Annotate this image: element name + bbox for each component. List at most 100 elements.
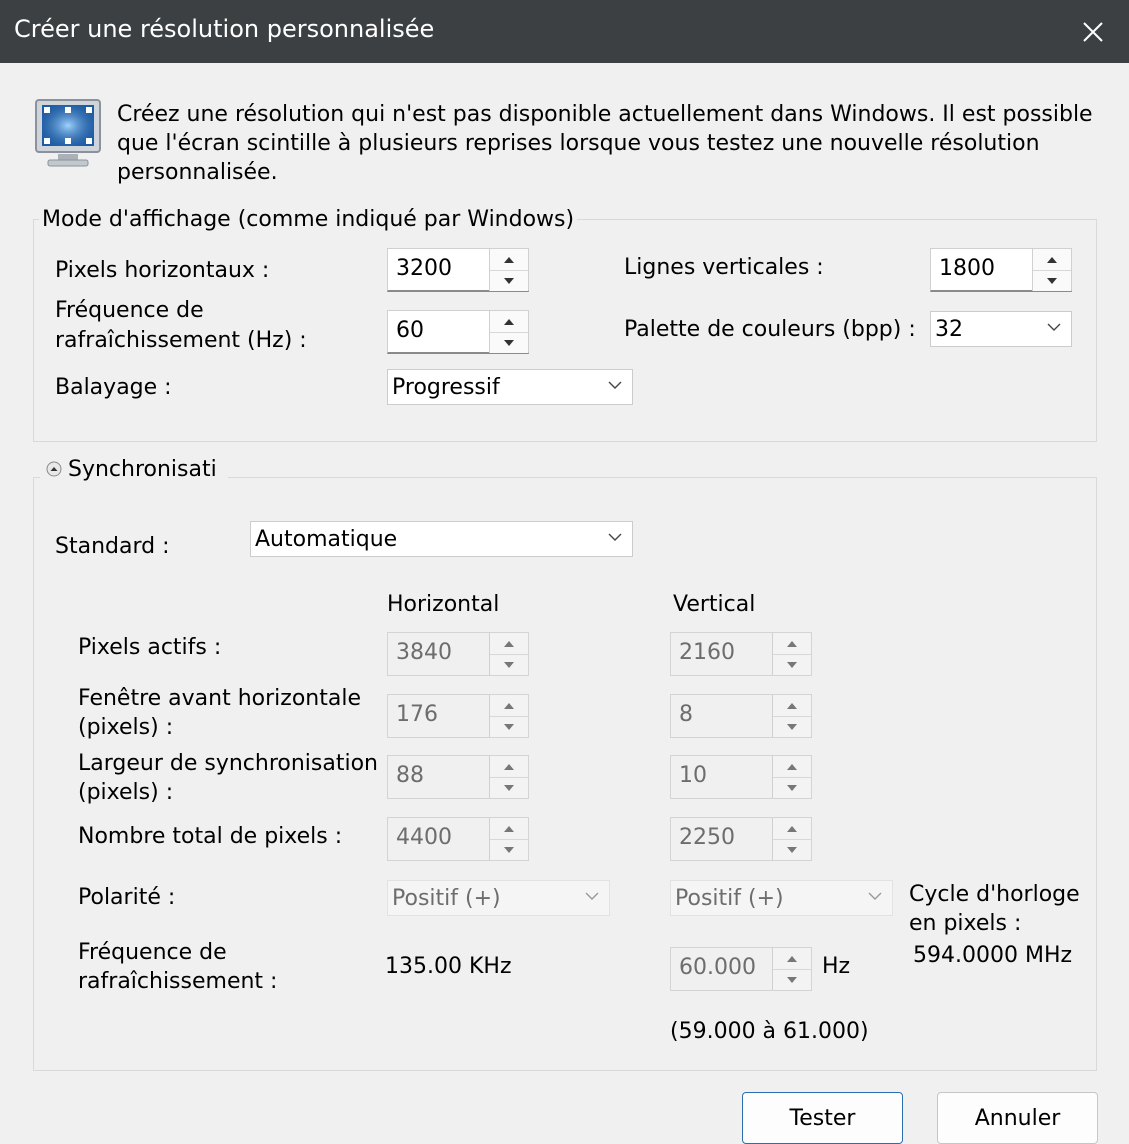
decrement-button [773,777,811,798]
increment-button [490,818,528,840]
standard-select[interactable]: Automatique [250,521,633,557]
vertical-refresh-unit: Hz [822,954,851,979]
sync-width-label-line1: Largeur de synchronisation [78,751,378,776]
vertical-lines-label: Lignes verticales : [624,255,824,280]
cancel-button[interactable]: Annuler [937,1092,1098,1144]
vertical-column-header: Vertical [673,592,756,617]
front-porch-h-spinner: 176 [387,694,529,738]
active-pixels-h-value: 3840 [396,640,452,665]
arrow-up-icon [787,955,797,962]
vertical-refresh-value: 60.000 [679,955,756,980]
arrow-up-icon [504,256,514,263]
decrement-button [490,839,528,860]
arrow-down-icon [504,846,514,853]
pixel-clock-label-line2: en pixels : [909,911,1022,936]
pixel-clock-value: 594.0000 MHz [913,943,1073,968]
arrow-up-icon [787,640,797,647]
chevron-down-icon [585,892,599,900]
decrement-button [490,716,528,737]
refresh-rate-label-line2: rafraîchissement (Hz) : [55,328,307,353]
increment-button[interactable] [490,311,528,333]
color-depth-value: 32 [935,317,963,342]
decrement-button [490,654,528,675]
arrow-up-icon [504,702,514,709]
title-bar: Créer une résolution personnalisée [0,0,1129,63]
horizontal-pixels-value: 3200 [396,256,452,281]
refresh-label-line2: rafraîchissement : [78,969,278,994]
arrow-up-icon [787,763,797,770]
scan-select[interactable]: Progressif [387,369,633,405]
standard-label: Standard : [55,534,170,559]
decrement-button[interactable] [1033,270,1071,291]
close-button[interactable] [1062,0,1124,63]
increment-button [773,695,811,717]
horizontal-column-header: Horizontal [387,592,500,617]
standard-value: Automatique [255,527,398,552]
decrement-button [773,716,811,737]
decrement-button [773,839,811,860]
arrow-down-icon [787,723,797,730]
increment-button [490,633,528,655]
test-button[interactable]: Tester [742,1092,903,1144]
chevron-down-icon [1047,323,1061,331]
front-porch-v-spinner: 8 [670,694,812,738]
increment-button [773,818,811,840]
pixel-clock-label-line1: Cycle d'horloge [909,882,1080,907]
polarity-v-select: Positif (+) [670,880,893,916]
sync-width-label-line2: (pixels) : [78,780,174,805]
increment-button[interactable] [490,249,528,271]
arrow-down-icon [787,661,797,668]
arrow-down-icon [1047,277,1057,284]
refresh-rate-spinner[interactable]: 60 [387,310,529,354]
timing-legend-label: Synchronisati [68,457,217,482]
arrow-down-icon [504,723,514,730]
timing-legend[interactable]: Synchronisati [40,455,228,485]
collapse-icon [46,461,62,477]
vertical-lines-spinner[interactable]: 1800 [930,248,1072,292]
display-mode-legend: Mode d'affichage (comme indiqué par Wind… [39,205,578,234]
front-porch-v-value: 8 [679,702,693,727]
active-pixels-v-spinner: 2160 [670,632,812,676]
polarity-h-select: Positif (+) [387,880,610,916]
sync-width-v-spinner: 10 [670,755,812,799]
front-porch-label-line2: (pixels) : [78,715,174,740]
vertical-refresh-range: (59.000 à 61.000) [670,1019,869,1044]
horizontal-pixels-spinner[interactable]: 3200 [387,248,529,292]
arrow-down-icon [787,976,797,983]
increment-button[interactable] [1033,249,1071,271]
polarity-label: Polarité : [78,885,176,910]
polarity-v-value: Positif (+) [675,886,784,911]
front-porch-label-line1: Fenêtre avant horizontale [78,686,361,711]
increment-button [490,695,528,717]
chevron-down-icon [868,892,882,900]
chevron-down-icon [608,381,622,389]
color-depth-select[interactable]: 32 [930,311,1072,347]
front-porch-h-value: 176 [396,702,438,727]
active-pixels-label: Pixels actifs : [78,635,222,660]
refresh-rate-value: 60 [396,318,424,343]
decrement-button[interactable] [490,332,528,353]
vertical-refresh-spinner: 60.000 [670,947,812,991]
arrow-down-icon [504,661,514,668]
arrow-down-icon [787,784,797,791]
refresh-rate-label-line1: Fréquence de [55,298,204,323]
sync-width-h-value: 88 [396,763,424,788]
active-pixels-h-spinner: 3840 [387,632,529,676]
intro-text: Créez une résolution qui n'est pas dispo… [117,102,1093,185]
decrement-button [773,654,811,675]
color-depth-label: Palette de couleurs (bpp) : [624,317,916,342]
decrement-button [773,969,811,990]
scan-label: Balayage : [55,375,172,400]
arrow-down-icon [504,784,514,791]
refresh-label-line1: Fréquence de [78,940,227,965]
arrow-down-icon [504,339,514,346]
arrow-up-icon [504,763,514,770]
arrow-up-icon [504,318,514,325]
increment-button [490,756,528,778]
increment-button [773,948,811,970]
decrement-button[interactable] [490,270,528,291]
total-pixels-v-spinner: 2250 [670,817,812,861]
arrow-up-icon [1047,256,1057,263]
total-pixels-h-spinner: 4400 [387,817,529,861]
active-pixels-v-value: 2160 [679,640,735,665]
